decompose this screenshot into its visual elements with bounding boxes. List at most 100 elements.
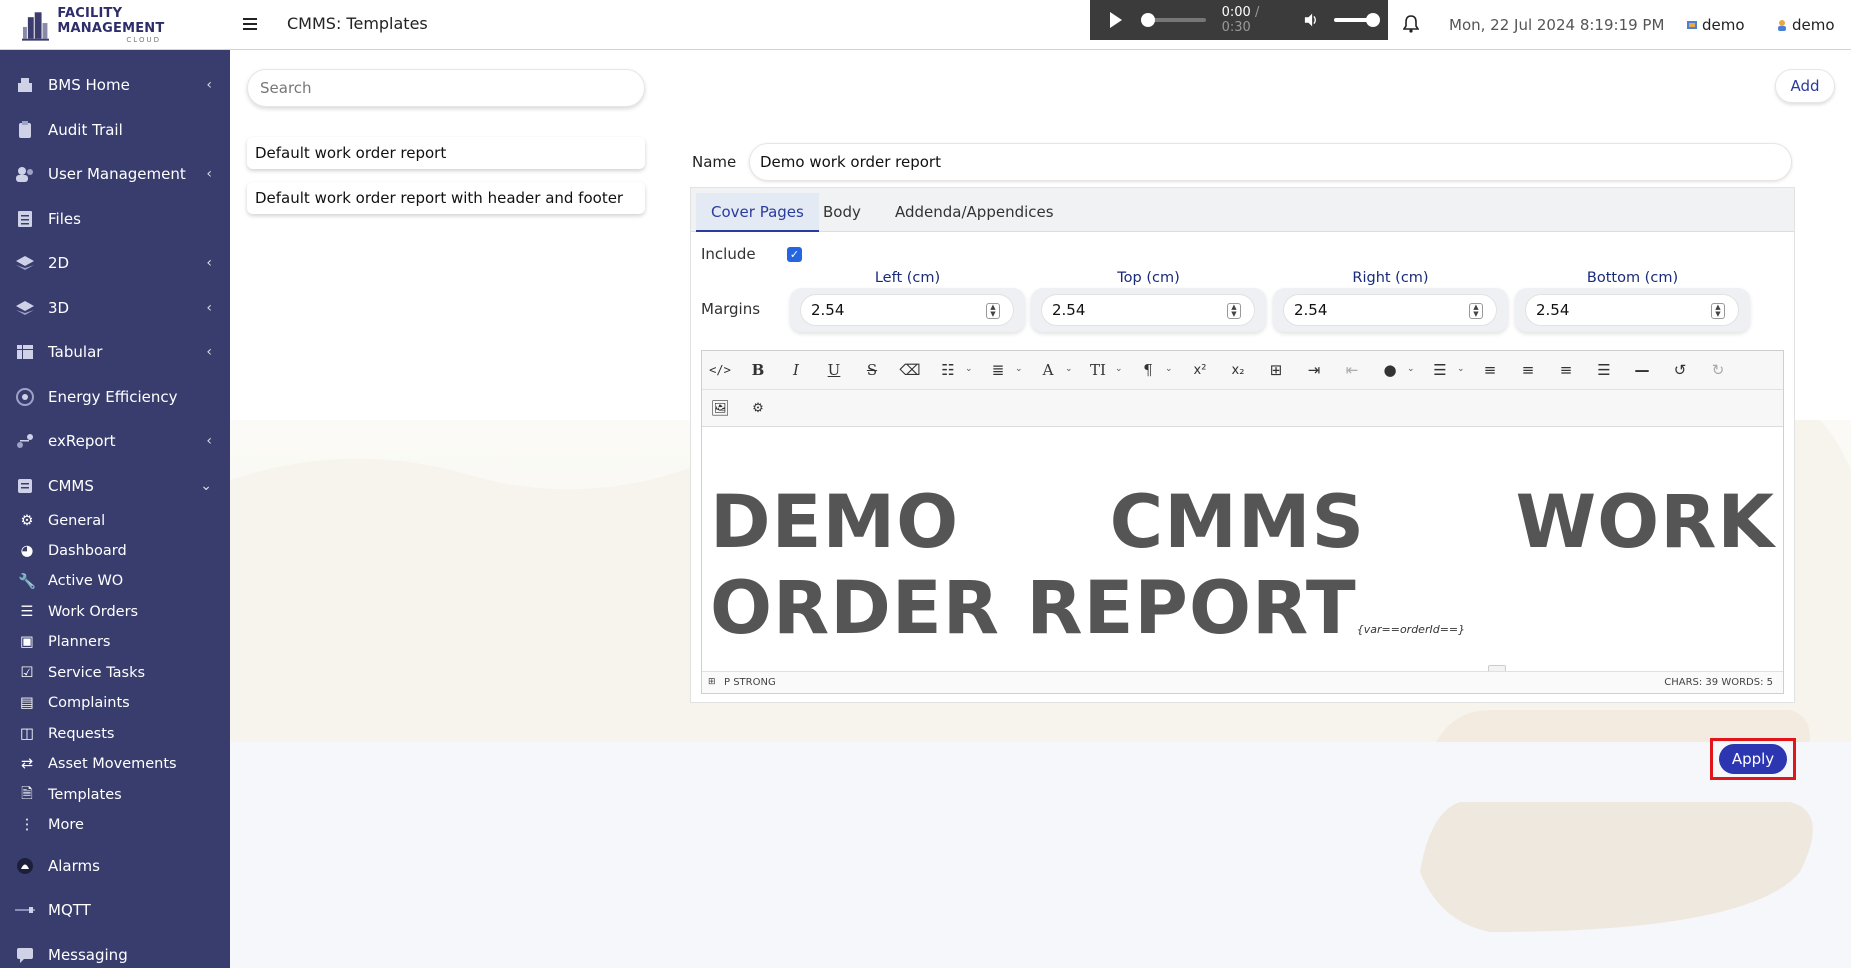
include-checkbox[interactable]: ✓: [787, 247, 802, 262]
chevron-down-icon[interactable]: ⌄: [1407, 364, 1415, 374]
sidebar-sub-planners[interactable]: ▣ Planners: [0, 629, 230, 655]
editor-content[interactable]: DEMO CMMS WORK ORDER REPORT{var==orderId…: [702, 428, 1783, 671]
sidebar-sub-complaints[interactable]: ▤ Complaints: [0, 690, 230, 716]
search-input[interactable]: [247, 69, 645, 107]
bullet-list-icon[interactable]: ☷: [934, 356, 962, 384]
sidebar-item-tabular[interactable]: Tabular ‹: [0, 337, 230, 367]
name-input[interactable]: [749, 143, 1792, 181]
sidebar-sub-requests[interactable]: ◫ Requests: [0, 721, 230, 747]
tab-body[interactable]: Body: [808, 193, 876, 232]
variable-icon[interactable]: ⚙: [744, 394, 772, 422]
sidebar-sub-general[interactable]: ⚙ General: [0, 508, 230, 534]
font-size-icon[interactable]: TI: [1084, 356, 1112, 384]
spinner-icon[interactable]: ▲ ▼: [1227, 303, 1241, 319]
margin-right-input[interactable]: [1283, 294, 1497, 326]
sidebar-sub-more[interactable]: ⋮ More: [0, 812, 230, 838]
chevron-down-icon[interactable]: ⌄: [1457, 364, 1465, 374]
element-path: P STRONG: [724, 677, 776, 688]
sidebar-item-bms-home[interactable]: BMS Home ‹: [0, 70, 230, 100]
chevron-down-icon[interactable]: ⌄: [965, 364, 973, 374]
align-left-icon[interactable]: ≡: [1476, 356, 1504, 384]
audio-seek-slider[interactable]: [1141, 13, 1206, 27]
check-square-icon: ☑: [20, 665, 34, 681]
sidebar-sub-templates[interactable]: 🗎 Templates: [0, 782, 230, 808]
menu-toggle-icon[interactable]: [243, 13, 265, 35]
underline-icon[interactable]: U: [820, 356, 848, 384]
sidebar-sub-asset-movements[interactable]: ⇄ Asset Movements: [0, 751, 230, 777]
layers-3d-icon: [14, 298, 36, 318]
volume-icon[interactable]: [1304, 12, 1318, 28]
site-icon: [1687, 21, 1697, 29]
align-justify-icon[interactable]: ☰: [1590, 356, 1618, 384]
table-icon[interactable]: ⊞: [1262, 356, 1290, 384]
chevron-down-icon[interactable]: ⌄: [1115, 364, 1123, 374]
bell-icon[interactable]: [1402, 15, 1420, 37]
sidebar-item-audit-trail[interactable]: Audit Trail: [0, 115, 230, 145]
tab-addenda-appendices[interactable]: Addenda/Appendices: [880, 193, 1069, 232]
site-selector[interactable]: demo: [1686, 16, 1745, 34]
sidebar-item-3d[interactable]: 3D ‹: [0, 293, 230, 323]
spinner-icon[interactable]: ▲ ▼: [986, 303, 1000, 319]
template-list-item[interactable]: Default work order report: [247, 137, 645, 169]
line-height-icon[interactable]: ☰: [1426, 356, 1454, 384]
char-word-count: CHARS: 39 WORDS: 5: [1664, 677, 1773, 688]
margin-left-input[interactable]: [800, 294, 1014, 326]
sidebar-item-cmms[interactable]: CMMS ⌄: [0, 471, 230, 501]
sidebar-sub-work-orders[interactable]: ☰ Work Orders: [0, 599, 230, 625]
template-icon: 🗎: [21, 785, 33, 802]
margin-left-group: Left (cm) ▲▼: [790, 270, 1025, 332]
horizontal-rule-icon[interactable]: —: [1628, 356, 1656, 384]
logo[interactable]: FACILITY MANAGEMENT CLOUD: [0, 0, 230, 50]
align-center-icon[interactable]: ≡: [1514, 356, 1542, 384]
sidebar-item-user-management[interactable]: User Management ‹: [0, 159, 230, 189]
sidebar-item-2d[interactable]: 2D ‹: [0, 248, 230, 278]
color-drop-icon[interactable]: ●: [1376, 356, 1404, 384]
chevron-down-icon[interactable]: ⌄: [1065, 364, 1073, 374]
chevron-left-icon: ‹: [206, 77, 212, 93]
strikethrough-icon[interactable]: S: [858, 356, 886, 384]
spinner-icon[interactable]: ▲ ▼: [1711, 303, 1725, 319]
sidebar-sub-active-wo[interactable]: 🔧 Active WO: [0, 568, 230, 594]
subscript-icon[interactable]: x₂: [1224, 356, 1252, 384]
sidebar-item-messaging[interactable]: Messaging: [0, 940, 230, 968]
superscript-icon[interactable]: x²: [1186, 356, 1214, 384]
margin-top-input[interactable]: [1041, 294, 1255, 326]
building-logo-icon: [22, 11, 50, 41]
font-icon[interactable]: A: [1034, 356, 1062, 384]
sidebar-sub-dashboard[interactable]: ◕ Dashboard: [0, 538, 230, 564]
margin-bottom-input[interactable]: [1525, 294, 1739, 326]
code-view-icon[interactable]: </>: [706, 356, 734, 384]
outdent-icon[interactable]: ⇤: [1338, 356, 1366, 384]
sidebar-sub-service-tasks[interactable]: ☑ Service Tasks: [0, 660, 230, 686]
spinner-icon[interactable]: ▲ ▼: [1469, 303, 1483, 319]
sidebar-item-energy-efficiency[interactable]: Energy Efficiency: [0, 382, 230, 412]
indent-icon[interactable]: ⇥: [1300, 356, 1328, 384]
volume-slider[interactable]: [1334, 13, 1380, 27]
redo-icon[interactable]: ↻: [1704, 356, 1732, 384]
page-title: CMMS: Templates: [287, 14, 428, 33]
undo-icon[interactable]: ↺: [1666, 356, 1694, 384]
add-button[interactable]: Add: [1775, 69, 1835, 103]
bold-icon[interactable]: B: [744, 356, 772, 384]
margins-label: Margins: [701, 300, 761, 318]
image-icon[interactable]: 🖼: [706, 394, 734, 422]
italic-icon[interactable]: I: [782, 356, 810, 384]
sidebar-item-exreport[interactable]: exReport ‹: [0, 426, 230, 456]
align-right-icon[interactable]: ≡: [1552, 356, 1580, 384]
user-menu[interactable]: demo: [1776, 16, 1835, 34]
eraser-icon[interactable]: ⌫: [896, 356, 924, 384]
template-list-item[interactable]: Default work order report with header an…: [247, 182, 645, 214]
paragraph-icon[interactable]: ¶: [1134, 356, 1162, 384]
apply-button[interactable]: Apply: [1719, 744, 1787, 774]
play-icon[interactable]: [1110, 12, 1122, 28]
include-label: Include: [701, 245, 756, 263]
numbered-list-icon[interactable]: ≣: [984, 356, 1012, 384]
sidebar-item-alarms[interactable]: Alarms: [0, 851, 230, 881]
chevron-down-icon[interactable]: ⌄: [1015, 364, 1023, 374]
chevron-left-icon: ‹: [206, 255, 212, 271]
sidebar-item-mqtt[interactable]: MQTT: [0, 895, 230, 925]
chevron-down-icon[interactable]: ⌄: [1165, 364, 1173, 374]
tab-cover-pages[interactable]: Cover Pages: [696, 193, 819, 232]
sidebar-item-files[interactable]: Files: [0, 204, 230, 234]
margin-right-label: Right (cm): [1352, 270, 1429, 286]
